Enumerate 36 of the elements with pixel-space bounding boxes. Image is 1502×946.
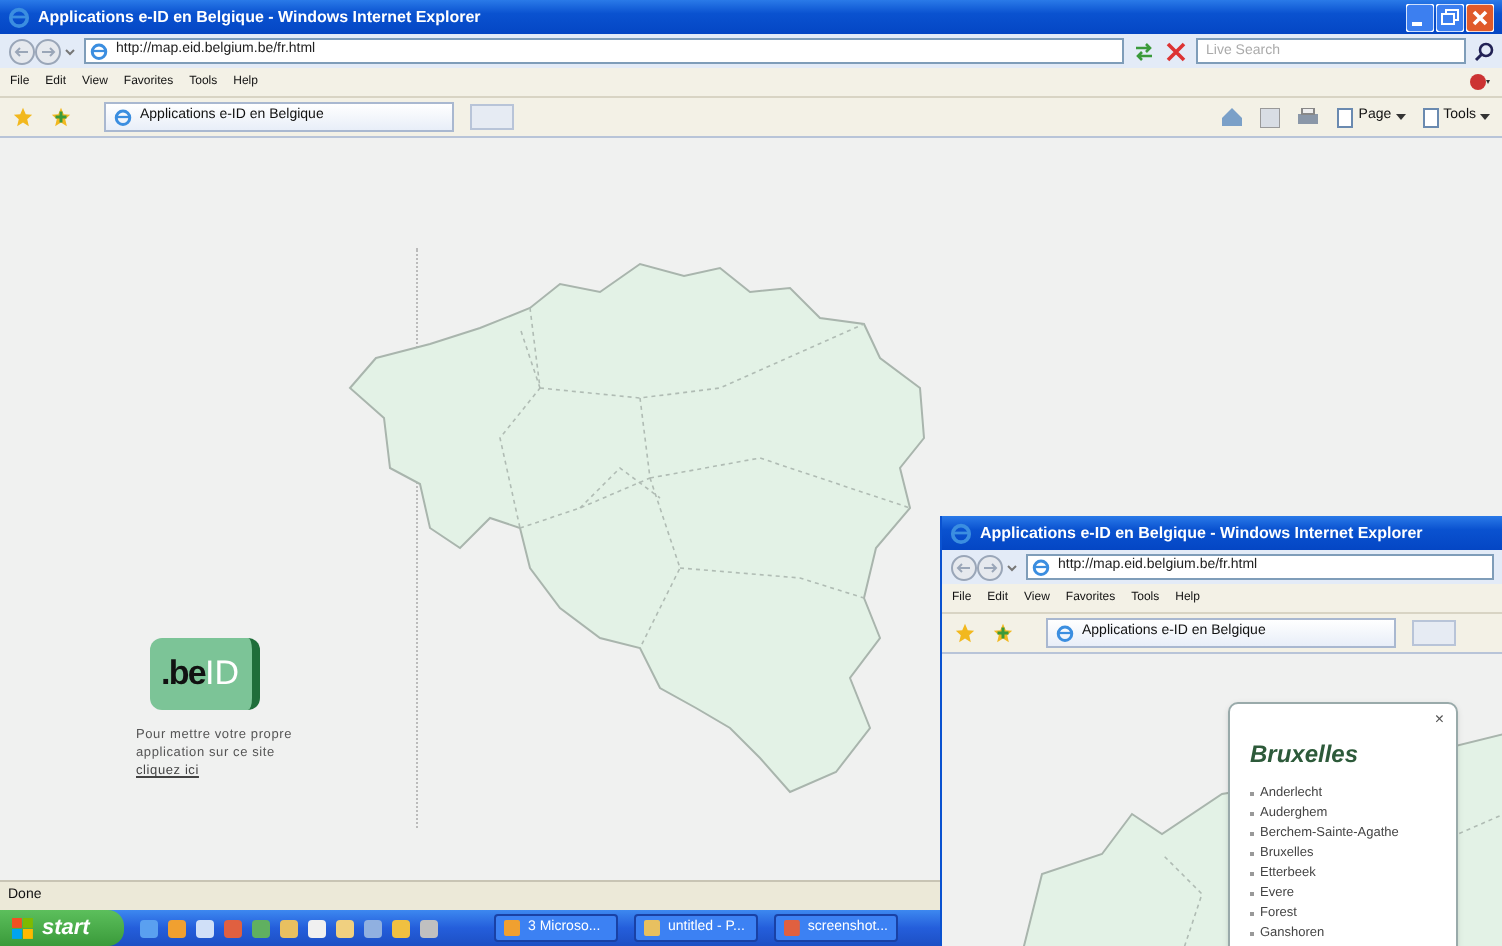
new-tab-button[interactable] <box>1412 620 1456 646</box>
browser-logo-icon <box>114 108 132 126</box>
stop-icon[interactable] <box>1164 39 1188 63</box>
app-icon <box>644 920 660 936</box>
popup-title: Bruxelles <box>1250 738 1361 772</box>
window-title: Applications e-ID en Belgique - Windows Internet Explorer <box>980 521 1423 545</box>
toolbar-icon[interactable] <box>1468 72 1492 92</box>
beid-logo: .beID <box>149 638 259 710</box>
star-icon[interactable] <box>954 622 976 644</box>
browser-logo-icon <box>1032 558 1050 576</box>
browser-logo-icon <box>90 42 108 60</box>
browser-logo-icon <box>1056 624 1074 642</box>
print-icon[interactable] <box>1296 107 1321 127</box>
window-title: Applications e-ID en Belgique - Windows Internet Explorer <box>38 5 481 29</box>
browser-logo-icon <box>8 6 30 28</box>
refresh-icon[interactable] <box>1132 39 1156 63</box>
search-icon[interactable] <box>1474 41 1494 61</box>
app-icon <box>784 920 800 936</box>
page-icon <box>1336 107 1355 127</box>
caret-icon <box>1480 113 1490 121</box>
minimize-icon[interactable] <box>1406 3 1434 31</box>
new-tab-button[interactable] <box>470 104 514 130</box>
app-icon <box>504 920 520 936</box>
close-button[interactable]: × <box>1434 712 1444 728</box>
add-favorite-icon[interactable] <box>50 106 72 128</box>
restore-icon[interactable] <box>1436 3 1464 31</box>
home-icon[interactable] <box>1220 106 1245 128</box>
star-icon[interactable] <box>12 106 34 128</box>
back-forward-icon[interactable] <box>950 553 1018 581</box>
windows-flag-icon <box>12 917 34 939</box>
caret-icon <box>1395 113 1406 121</box>
browser-logo-icon <box>950 522 972 544</box>
page-icon <box>1421 107 1440 127</box>
add-favorite-icon[interactable] <box>992 622 1014 644</box>
back-forward-icon[interactable] <box>8 37 76 65</box>
close-icon[interactable] <box>1466 3 1494 31</box>
